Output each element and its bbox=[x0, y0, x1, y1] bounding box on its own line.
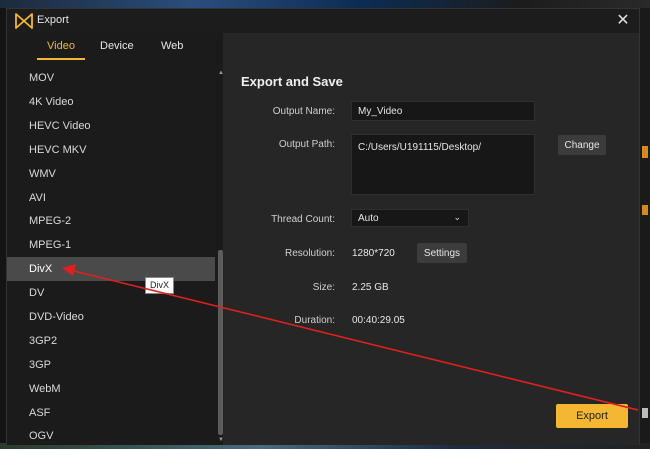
format-item-3gp[interactable]: 3GP bbox=[7, 353, 215, 377]
resolution-value: 1280*720 bbox=[352, 248, 395, 259]
output-name-label: Output Name: bbox=[272, 106, 335, 117]
background-marker bbox=[642, 146, 648, 158]
format-item-4k-video[interactable]: 4K Video bbox=[7, 90, 215, 114]
close-icon[interactable]: ✕ bbox=[613, 11, 633, 31]
change-path-button[interactable]: Change bbox=[558, 135, 606, 155]
background-app-edge bbox=[640, 8, 650, 449]
size-value: 2.25 GB bbox=[352, 282, 389, 293]
format-item-mov[interactable]: MOV bbox=[7, 66, 215, 90]
format-item-mpeg-1[interactable]: MPEG-1 bbox=[7, 233, 215, 257]
thread-count-value: Auto bbox=[358, 213, 379, 224]
thread-count-label: Thread Count: bbox=[271, 214, 335, 225]
format-item-hevc-video[interactable]: HEVC Video bbox=[7, 114, 215, 138]
tab-device[interactable]: Device bbox=[100, 40, 134, 52]
background-app-strip bbox=[0, 0, 650, 8]
export-settings-panel: Export and Save Output Name: Output Path… bbox=[223, 33, 639, 445]
output-path-field[interactable]: C:/Users/U191115/Desktop/ bbox=[351, 134, 535, 195]
format-item-3gp2[interactable]: 3GP2 bbox=[7, 329, 215, 353]
active-tab-indicator bbox=[37, 58, 85, 60]
thread-count-select[interactable]: Auto ⌄ bbox=[351, 209, 469, 227]
export-button[interactable]: Export bbox=[556, 404, 628, 428]
background-marker bbox=[642, 205, 648, 215]
format-tabs: Video Device Web bbox=[7, 33, 223, 63]
tab-video[interactable]: Video bbox=[47, 40, 75, 52]
chevron-down-icon: ⌄ bbox=[453, 212, 461, 222]
app-logo-icon bbox=[15, 13, 33, 29]
format-item-avi[interactable]: AVI bbox=[7, 186, 215, 210]
resolution-settings-button[interactable]: Settings bbox=[417, 243, 467, 263]
resolution-label: Resolution: bbox=[284, 248, 335, 259]
format-item-asf[interactable]: ASF bbox=[7, 401, 215, 425]
tab-web[interactable]: Web bbox=[161, 40, 183, 52]
export-dialog: Export ✕ Video Device Web MOV 4K Video H… bbox=[6, 8, 640, 445]
format-item-dv[interactable]: DV bbox=[7, 281, 215, 305]
window-title: Export bbox=[37, 14, 69, 26]
duration-value: 00:40:29.05 bbox=[352, 315, 405, 326]
divx-tooltip: DivX bbox=[145, 277, 175, 294]
format-item-wmv[interactable]: WMV bbox=[7, 162, 215, 186]
format-list: MOV 4K Video HEVC Video HEVC MKV WMV AVI… bbox=[7, 66, 215, 446]
size-label: Size: bbox=[312, 282, 335, 293]
format-item-mpeg-2[interactable]: MPEG-2 bbox=[7, 209, 215, 233]
format-item-webm[interactable]: WebM bbox=[7, 377, 215, 401]
output-path-label: Output Path: bbox=[278, 139, 335, 150]
format-item-ogv[interactable]: OGV bbox=[7, 424, 215, 448]
format-item-hevc-mkv[interactable]: HEVC MKV bbox=[7, 138, 215, 162]
background-marker bbox=[642, 408, 648, 418]
format-item-divx[interactable]: DivX bbox=[7, 257, 215, 281]
title-bar: Export ✕ bbox=[7, 9, 639, 33]
format-item-dvd-video[interactable]: DVD-Video bbox=[7, 305, 215, 329]
duration-label: Duration: bbox=[294, 315, 335, 326]
format-sidebar: Video Device Web MOV 4K Video HEVC Video… bbox=[7, 33, 224, 446]
panel-heading: Export and Save bbox=[241, 74, 343, 89]
output-name-field[interactable] bbox=[351, 101, 535, 121]
